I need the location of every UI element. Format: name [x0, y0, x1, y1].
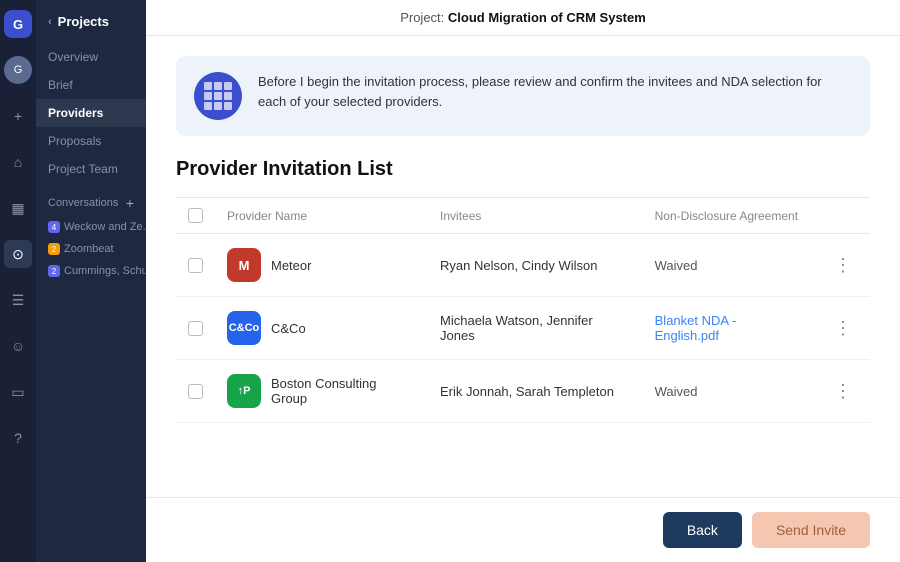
conv-badge-zoombeat: 2: [48, 243, 60, 255]
col-actions: [816, 198, 870, 234]
folder-icon[interactable]: ▭: [4, 378, 32, 406]
conv-badge-weckow: 4: [48, 221, 60, 233]
back-button[interactable]: Back: [663, 512, 742, 548]
invitees-cell: Ryan Nelson, Cindy Wilson: [428, 234, 643, 297]
home-icon[interactable]: ⌂: [4, 148, 32, 176]
ai-avatar: [194, 72, 242, 120]
nav-title: Projects: [58, 14, 109, 29]
table-row: M Meteor Ryan Nelson, Cindy Wilson Waive…: [176, 234, 870, 297]
row-checkbox[interactable]: [188, 258, 203, 273]
more-button[interactable]: ⋮: [828, 314, 858, 343]
nav-item-providers[interactable]: Providers: [36, 99, 146, 127]
row-checkbox-cell: [176, 297, 215, 360]
back-arrow-icon: ‹: [48, 16, 52, 28]
select-all-checkbox[interactable]: [188, 208, 203, 223]
provider-name-cell: C&Co C&Co: [215, 297, 428, 360]
col-provider-name: Provider Name: [215, 198, 428, 234]
content-area: Before I begin the invitation process, p…: [146, 36, 900, 497]
provider-name: Boston Consulting Group: [271, 376, 416, 406]
add-conversation-icon[interactable]: +: [126, 195, 134, 211]
more-cell: ⋮: [816, 360, 870, 423]
provider-name: Meteor: [271, 258, 311, 273]
sidebar: G G + ⌂ ▦ ⊙ ☰ ☺ ▭ ?: [0, 0, 36, 562]
col-checkbox: [176, 198, 215, 234]
topbar-prefix: Project:: [400, 10, 444, 25]
provider-name-cell: ↑P Boston Consulting Group: [215, 360, 428, 423]
conversations-header: Conversations +: [36, 183, 146, 216]
page-title: Provider Invitation List: [176, 158, 870, 181]
team-icon[interactable]: ☺: [4, 332, 32, 360]
send-invite-button[interactable]: Send Invite: [752, 512, 870, 548]
nda-link[interactable]: Blanket NDA - English.pdf: [655, 313, 737, 343]
provider-name: C&Co: [271, 321, 306, 336]
nav-header: ‹ Projects: [36, 14, 146, 43]
provider-name-cell: M Meteor: [215, 234, 428, 297]
provider-logo-meteor: M: [227, 248, 261, 282]
col-nda: Non-Disclosure Agreement: [643, 198, 816, 234]
topbar-title: Cloud Migration of CRM System: [448, 10, 646, 25]
more-cell: ⋮: [816, 234, 870, 297]
main-content: Project: Cloud Migration of CRM System B…: [146, 0, 900, 562]
invitees-cell: Michaela Watson, Jennifer Jones: [428, 297, 643, 360]
conv-item-weckow[interactable]: 4 Weckow and Ze...: [36, 216, 146, 238]
row-checkbox[interactable]: [188, 321, 203, 336]
user-avatar[interactable]: G: [4, 56, 32, 84]
conv-item-cummings[interactable]: 2 Cummings, Schu...: [36, 260, 146, 282]
row-checkbox[interactable]: [188, 384, 203, 399]
add-icon[interactable]: +: [4, 102, 32, 130]
provider-logo-bcg: ↑P: [227, 374, 261, 408]
invitees-cell: Erik Jonnah, Sarah Templeton: [428, 360, 643, 423]
help-icon[interactable]: ?: [4, 424, 32, 452]
avatar-grid: [198, 76, 238, 116]
nda-cell: Waived: [643, 234, 816, 297]
more-button[interactable]: ⋮: [828, 251, 858, 280]
nda-cell: Waived: [643, 360, 816, 423]
banner-text: Before I begin the invitation process, p…: [258, 72, 852, 111]
row-checkbox-cell: [176, 234, 215, 297]
col-invitees: Invitees: [428, 198, 643, 234]
info-banner: Before I begin the invitation process, p…: [176, 56, 870, 136]
more-button[interactable]: ⋮: [828, 377, 858, 406]
clipboard-icon[interactable]: ☰: [4, 286, 32, 314]
conv-item-zoombeat[interactable]: 2 Zoombeat: [36, 238, 146, 260]
nav-item-brief[interactable]: Brief: [36, 71, 146, 99]
nda-cell: Blanket NDA - English.pdf: [643, 297, 816, 360]
row-checkbox-cell: [176, 360, 215, 423]
more-cell: ⋮: [816, 297, 870, 360]
nav-item-overview[interactable]: Overview: [36, 43, 146, 71]
provider-logo-cco: C&Co: [227, 311, 261, 345]
brand-icon[interactable]: G: [4, 10, 32, 38]
package-icon[interactable]: ▦: [4, 194, 32, 222]
search-icon[interactable]: ⊙: [4, 240, 32, 268]
nav-item-proposals[interactable]: Proposals: [36, 127, 146, 155]
provider-table: Provider Name Invitees Non-Disclosure Ag…: [176, 197, 870, 423]
table-row: ↑P Boston Consulting Group Erik Jonnah, …: [176, 360, 870, 423]
topbar: Project: Cloud Migration of CRM System: [146, 0, 900, 36]
footer: Back Send Invite: [146, 497, 900, 562]
nav-panel: ‹ Projects Overview Brief Providers Prop…: [36, 0, 146, 562]
conv-badge-cummings: 2: [48, 265, 60, 277]
nav-item-project-team[interactable]: Project Team: [36, 155, 146, 183]
table-row: C&Co C&Co Michaela Watson, Jennifer Jone…: [176, 297, 870, 360]
